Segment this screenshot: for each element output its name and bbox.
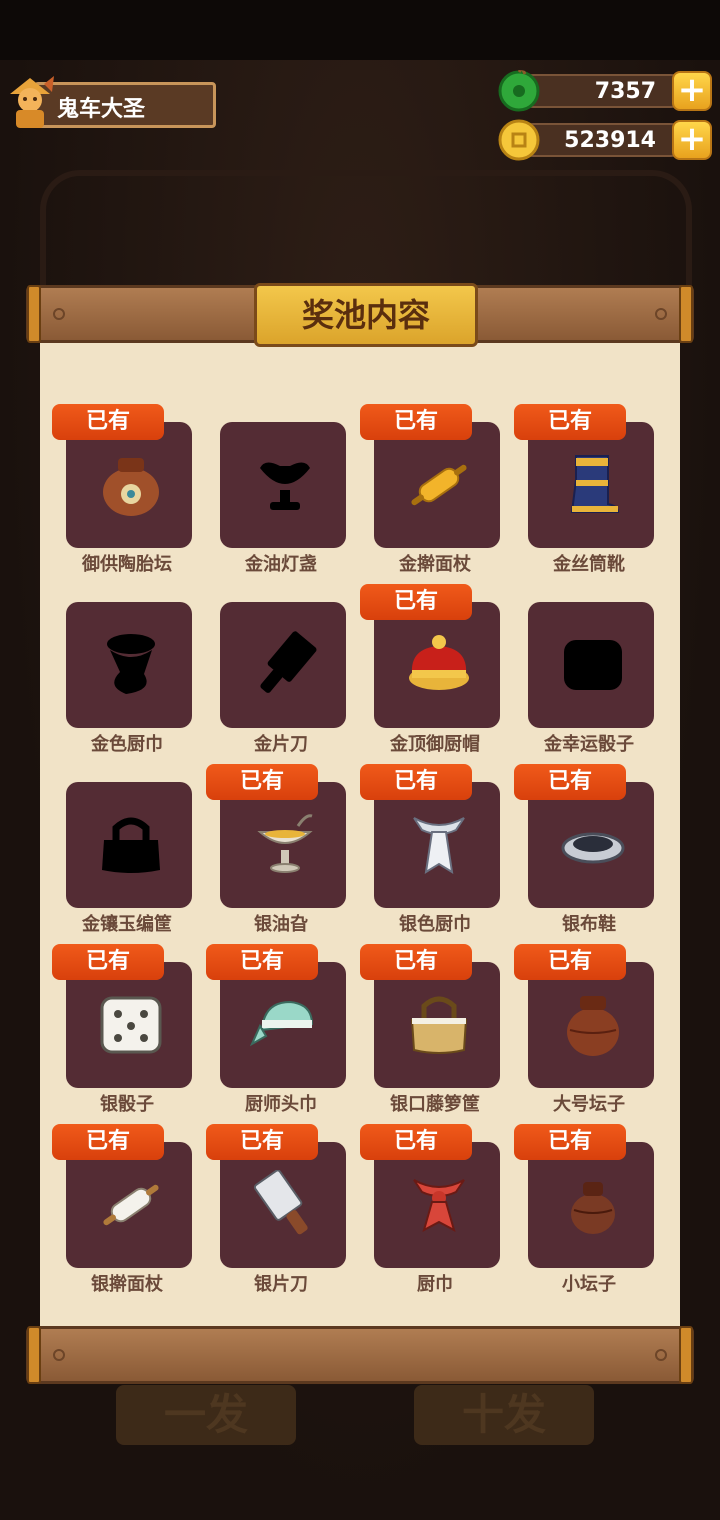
prize-item[interactable]: 已有大号坛子 <box>514 944 654 1115</box>
chef-headscarf-icon <box>250 1000 314 1047</box>
silver-cloth-shoe-icon <box>561 832 625 864</box>
prize-item-name: 银口藤箩筐 <box>390 1094 480 1115</box>
prize-item-name: 银布鞋 <box>562 914 616 935</box>
jade-currency: 7357 + <box>498 70 712 112</box>
dice-silhouette-icon <box>564 640 622 690</box>
prize-item[interactable]: 已有银片刀 <box>206 1124 346 1295</box>
owned-badge: 已有 <box>514 764 626 800</box>
owned-badge: 已有 <box>206 1124 318 1160</box>
owned-badge: 已有 <box>360 1124 472 1160</box>
silver-oil-cup-icon <box>257 814 313 873</box>
prize-item-name: 银色厨巾 <box>399 914 471 935</box>
prize-item-name: 金擀面杖 <box>399 554 471 575</box>
panel-title: 奖池内容 <box>254 283 478 347</box>
owned-badge: 已有 <box>52 1124 164 1160</box>
prize-item[interactable]: 已有御供陶胎坛 <box>52 404 192 575</box>
scroll-bottom-rod <box>26 1326 694 1384</box>
prize-item-name: 银擀面杖 <box>91 1274 163 1295</box>
player-name-box: 鬼车大圣 <box>34 82 216 128</box>
prize-item[interactable]: 已有金顶御厨帽 <box>360 584 500 755</box>
prize-item-name: 金镶玉编筐 <box>82 914 172 935</box>
gold-boot-icon <box>570 455 620 513</box>
prize-item[interactable]: 已有金擀面杖 <box>360 404 500 575</box>
gold-coin-icon <box>498 119 540 161</box>
prize-item[interactable]: 已有银布鞋 <box>514 764 654 935</box>
imperial-chef-hat-icon <box>409 635 469 690</box>
prize-item-name: 大号坛子 <box>553 1094 625 1115</box>
prize-item[interactable]: 已有小坛子 <box>514 1124 654 1295</box>
owned-badge: 已有 <box>514 404 626 440</box>
prize-item-name: 银片刀 <box>254 1274 308 1295</box>
background-ten-draw-button: 十发 <box>414 1385 594 1445</box>
prize-item[interactable]: 已有厨巾 <box>360 1124 500 1295</box>
basket-silhouette-icon <box>102 817 160 873</box>
background-arch <box>40 170 692 286</box>
gold-rolling-pin-icon <box>411 464 467 506</box>
chef-character-avatar-icon[interactable] <box>4 74 56 132</box>
prize-item-name: 金油灯盏 <box>245 554 317 575</box>
prize-item[interactable]: 已有银骰子 <box>52 944 192 1115</box>
kitchen-towel-silhouette-icon <box>107 634 155 694</box>
player-badge[interactable]: 鬼车大圣 <box>4 74 224 134</box>
red-neckerchief-icon <box>413 1179 465 1232</box>
prize-item-name: 银骰子 <box>100 1094 154 1115</box>
prize-item-name: 金丝筒靴 <box>553 554 625 575</box>
prize-item-name: 金幸运骰子 <box>544 734 634 755</box>
prize-item-name: 金色厨巾 <box>91 734 163 755</box>
owned-badge: 已有 <box>514 1124 626 1160</box>
prize-item[interactable]: 金片刀 <box>216 584 346 755</box>
prize-item[interactable]: 已有金丝筒靴 <box>514 404 654 575</box>
top-status-area <box>0 0 720 60</box>
prize-item-name: 金顶御厨帽 <box>390 734 480 755</box>
owned-badge: 已有 <box>360 944 472 980</box>
prize-item-name: 银油旮 <box>254 914 308 935</box>
player-name: 鬼车大圣 <box>57 97 146 122</box>
prize-item[interactable]: 已有银色厨巾 <box>360 764 500 935</box>
gold-amount: 523914 <box>564 128 656 153</box>
prize-item[interactable]: 已有银口藤箩筐 <box>360 944 500 1115</box>
prize-item[interactable]: 金油灯盏 <box>216 404 346 575</box>
prize-item[interactable]: 金色厨巾 <box>62 584 192 755</box>
owned-badge: 已有 <box>514 944 626 980</box>
prize-item[interactable]: 已有银油旮 <box>206 764 346 935</box>
prize-item[interactable]: 金镶玉编筐 <box>62 764 192 935</box>
prize-item[interactable]: 金幸运骰子 <box>524 584 654 755</box>
prize-item-name: 厨师头巾 <box>245 1094 317 1115</box>
rattan-basket-icon <box>410 996 468 1054</box>
owned-badge: 已有 <box>206 764 318 800</box>
prize-item-name: 御供陶胎坛 <box>82 554 172 575</box>
prize-item[interactable]: 已有厨师头巾 <box>206 944 346 1115</box>
gold-currency: 523914 + <box>498 119 712 161</box>
owned-badge: 已有 <box>206 944 318 980</box>
owned-badge: 已有 <box>360 764 472 800</box>
silver-rolling-pin-icon <box>103 1184 159 1226</box>
large-jar-icon <box>567 996 619 1056</box>
owned-badge: 已有 <box>52 404 164 440</box>
oil-lamp-silhouette-icon <box>260 462 310 510</box>
add-gold-button[interactable]: + <box>672 120 712 160</box>
jade-amount: 7357 <box>594 79 656 104</box>
silver-cleaver-icon <box>253 1170 308 1235</box>
owned-badge: 已有 <box>52 944 164 980</box>
owned-badge: 已有 <box>360 584 472 620</box>
prize-item-name: 小坛子 <box>562 1274 616 1295</box>
prize-item[interactable]: 已有银擀面杖 <box>52 1124 192 1295</box>
prize-pool-panel[interactable]: 已有 御供陶胎坛 金油灯盏 已有 金擀面杖 已有 金丝筒靴 金色厨巾 金片刀 已有 金顶御厨帽 金幸运… <box>40 340 680 1330</box>
silver-dice-icon <box>100 996 162 1054</box>
clay-jar-icon <box>103 458 159 516</box>
prize-item-name: 金片刀 <box>254 734 308 755</box>
background-single-draw-button: 一发 <box>116 1385 296 1445</box>
jade-coin-icon <box>498 70 540 112</box>
prize-item-name: 厨巾 <box>417 1274 453 1295</box>
add-jade-button[interactable]: + <box>672 71 712 111</box>
silver-neckerchief-icon <box>413 817 465 874</box>
small-jar-icon <box>571 1182 615 1234</box>
cleaver-silhouette-icon <box>260 631 317 693</box>
owned-badge: 已有 <box>360 404 472 440</box>
